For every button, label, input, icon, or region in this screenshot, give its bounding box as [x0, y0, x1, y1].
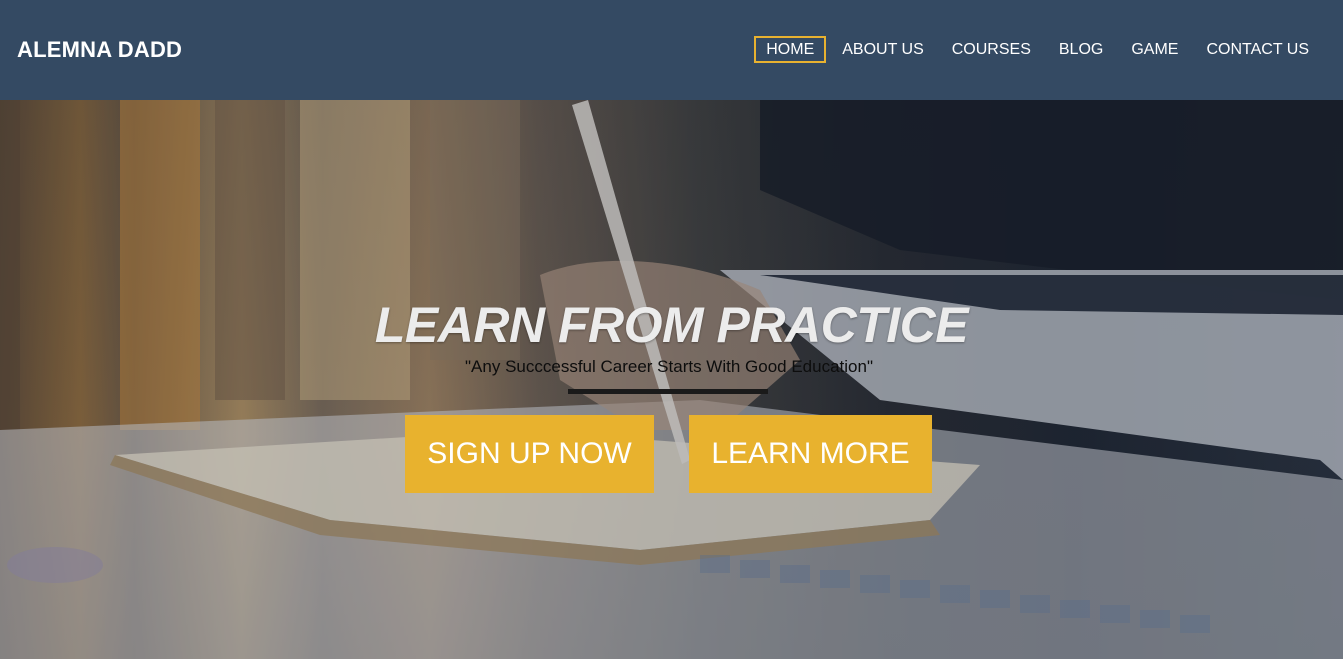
hero-section: LEARN FROM PRACTICE "Any Succcessful Car… — [0, 100, 1343, 659]
hero-divider — [568, 389, 768, 394]
page: ALEMNA DADD HOME ABOUT US COURSES BLOG G… — [0, 0, 1343, 659]
nav-item-home[interactable]: HOME — [754, 36, 827, 63]
nav-item-courses[interactable]: COURSES — [940, 36, 1043, 63]
site-header: ALEMNA DADD HOME ABOUT US COURSES BLOG G… — [0, 0, 1343, 100]
nav-item-about-us[interactable]: ABOUT US — [830, 36, 936, 63]
sign-up-button[interactable]: SIGN UP NOW — [405, 415, 654, 493]
hero-subtitle: "Any Succcessful Career Starts With Good… — [465, 357, 873, 376]
nav-item-contact-us[interactable]: CONTACT US — [1194, 36, 1321, 63]
brand-logo[interactable]: ALEMNA DADD — [17, 36, 182, 64]
learn-more-button[interactable]: LEARN MORE — [689, 415, 932, 493]
nav-item-blog[interactable]: BLOG — [1047, 36, 1115, 63]
hero-overlay — [0, 100, 1343, 659]
main-nav: HOME ABOUT US COURSES BLOG GAME CONTACT … — [750, 36, 1321, 63]
hero-title: LEARN FROM PRACTICE — [374, 297, 969, 353]
nav-item-game[interactable]: GAME — [1119, 36, 1190, 63]
